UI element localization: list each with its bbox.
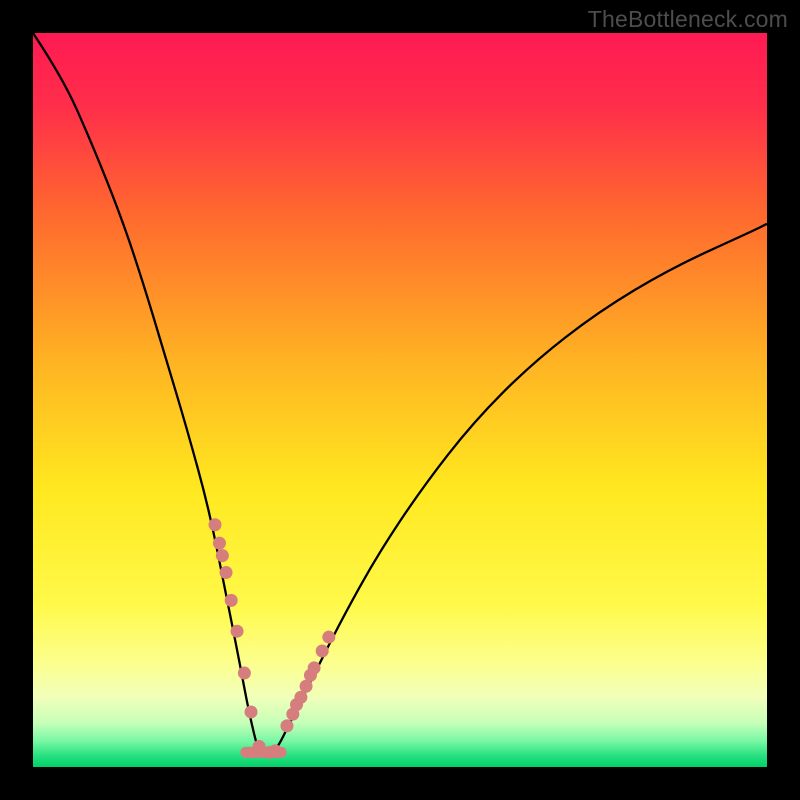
plot-area: [33, 33, 767, 767]
sample-markers: [209, 518, 336, 759]
marker-point: [209, 518, 222, 531]
marker-point: [213, 537, 226, 550]
marker-point: [216, 549, 229, 562]
marker-point: [231, 625, 244, 638]
marker-point: [269, 744, 282, 757]
marker-point: [238, 667, 251, 680]
marker-point: [322, 631, 335, 644]
watermark-text: TheBottleneck.com: [588, 6, 788, 33]
marker-point: [316, 645, 329, 658]
bottleneck-curve: [33, 33, 767, 757]
marker-point: [280, 719, 293, 732]
marker-point: [244, 705, 257, 718]
marker-point: [308, 661, 321, 674]
marker-point: [225, 594, 238, 607]
marker-point: [220, 566, 233, 579]
chart-frame: TheBottleneck.com: [0, 0, 800, 800]
curve-layer: [33, 33, 767, 767]
marker-point: [253, 740, 266, 753]
